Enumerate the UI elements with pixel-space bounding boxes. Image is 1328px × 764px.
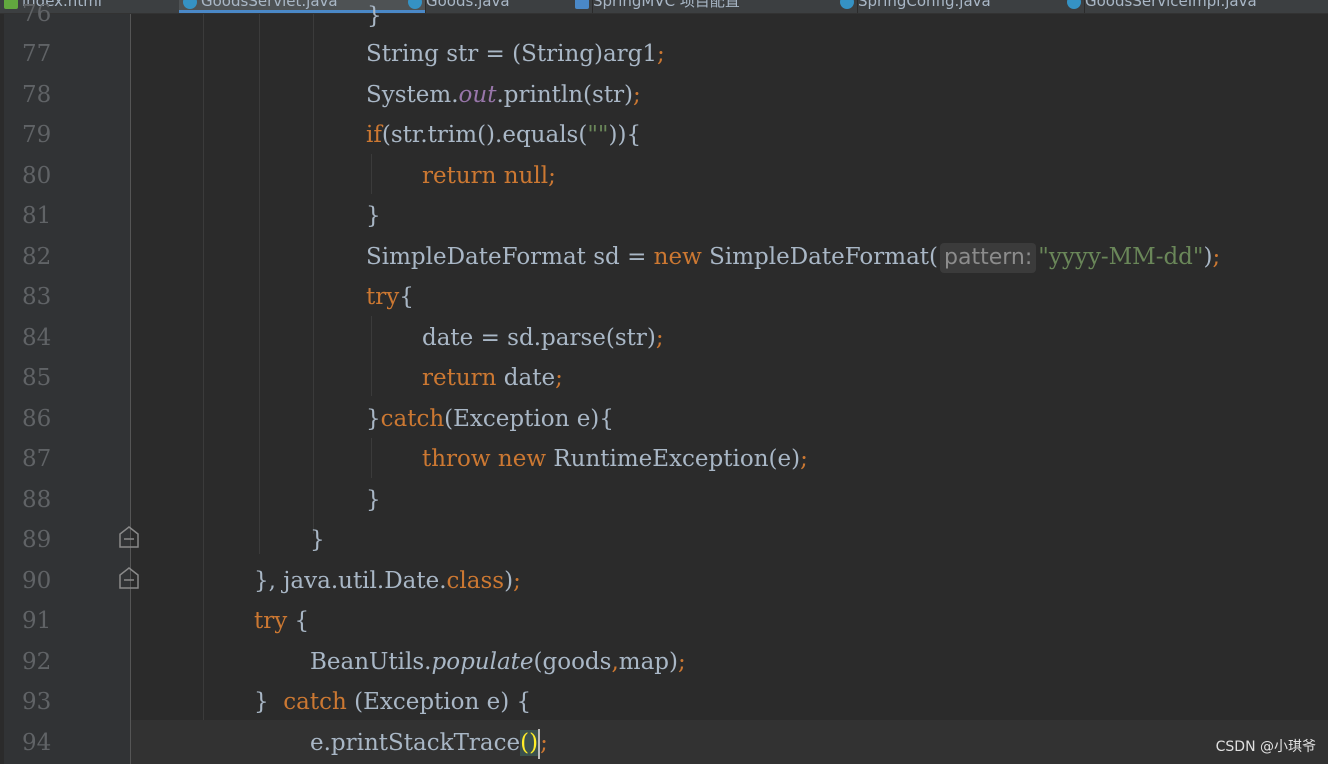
tab-spring-config[interactable]: SpringConfig.java bbox=[836, 0, 1085, 13]
line-number: 78 bbox=[22, 82, 52, 108]
indent-guide bbox=[371, 154, 372, 194]
java-class-icon bbox=[183, 0, 197, 9]
gutter-edge bbox=[0, 14, 4, 764]
line-number: 83 bbox=[22, 284, 52, 310]
code-line-77: String str = (String)arg1; bbox=[366, 41, 665, 67]
line-number: 79 bbox=[22, 122, 52, 148]
code-line-85: return date; bbox=[422, 365, 563, 391]
java-class-icon bbox=[840, 0, 854, 9]
indent-guide bbox=[371, 316, 372, 396]
editor-gutter[interactable]: 76 77 78 79 80 81 82 83 84 85 86 87 88 8… bbox=[0, 2, 139, 764]
tab-label: GoodsServlet.java bbox=[201, 0, 338, 10]
line-number: 84 bbox=[22, 325, 52, 351]
line-number: 92 bbox=[22, 649, 52, 675]
tab-springmvc-notes[interactable]: SpringMVC 项目配置 bbox=[571, 0, 858, 13]
code-line-80: return null; bbox=[422, 163, 556, 189]
code-line-82: SimpleDateFormat sd = new SimpleDateForm… bbox=[366, 243, 1220, 273]
line-number: 94 bbox=[22, 730, 52, 756]
markdown-file-icon bbox=[575, 0, 589, 9]
line-number: 89 bbox=[22, 527, 52, 553]
indent-guide bbox=[371, 438, 372, 478]
line-number: 88 bbox=[22, 487, 52, 513]
code-editor[interactable]: } String str = (String)arg1; System.out.… bbox=[131, 3, 1328, 764]
code-line-92: BeanUtils.populate(goods,map); bbox=[310, 649, 686, 675]
code-line-86: }catch(Exception e){ bbox=[366, 406, 614, 432]
tab-label: SpringConfig.java bbox=[858, 0, 991, 10]
code-line-76: } bbox=[367, 3, 382, 29]
code-line-90: }, java.util.Date.class); bbox=[254, 568, 521, 594]
line-number: 93 bbox=[22, 689, 52, 715]
html-file-icon bbox=[4, 0, 18, 9]
line-number: 81 bbox=[22, 203, 52, 229]
line-number: 90 bbox=[22, 568, 52, 594]
tab-label: GoodsServiceImpl.java bbox=[1085, 0, 1257, 10]
matched-parentheses: () bbox=[520, 730, 539, 756]
code-line-84: date = sd.parse(str); bbox=[422, 325, 664, 351]
code-line-78: System.out.println(str); bbox=[366, 82, 641, 108]
tab-label: Goods.java bbox=[426, 0, 510, 10]
code-line-88: } bbox=[366, 487, 381, 513]
line-number: 80 bbox=[22, 163, 52, 189]
line-number: 91 bbox=[22, 608, 52, 634]
line-number: 77 bbox=[22, 41, 52, 67]
tab-goods-service-impl[interactable]: GoodsServiceImpl.java bbox=[1063, 0, 1328, 13]
indent-guide bbox=[313, 14, 314, 534]
indent-guide bbox=[203, 14, 204, 720]
parameter-hint: pattern: bbox=[940, 243, 1037, 273]
line-number: 87 bbox=[22, 446, 52, 472]
code-line-81: } bbox=[366, 203, 381, 229]
line-number: 76 bbox=[22, 1, 52, 27]
code-line-91: try { bbox=[254, 608, 310, 634]
tab-goods-servlet[interactable]: GoodsServlet.java bbox=[179, 0, 426, 13]
line-number: 86 bbox=[22, 406, 52, 432]
tab-label: SpringMVC 项目配置 bbox=[593, 0, 740, 10]
code-line-87: throw new RuntimeException(e); bbox=[422, 446, 808, 472]
editor-tab-bar: index.html GoodsServlet.java Goods.java … bbox=[0, 0, 1328, 14]
line-number: 85 bbox=[22, 365, 52, 391]
java-class-icon bbox=[1067, 0, 1081, 9]
java-class-icon bbox=[408, 0, 422, 9]
code-line-94: e.printStackTrace(); bbox=[310, 729, 548, 759]
watermark: CSDN @小琪爷 bbox=[1215, 739, 1316, 755]
indent-guide bbox=[259, 14, 260, 554]
code-line-83: try{ bbox=[366, 284, 414, 310]
line-number: 82 bbox=[22, 244, 52, 270]
code-line-79: if(str.trim().equals("")){ bbox=[366, 122, 642, 148]
code-line-89: } bbox=[310, 527, 325, 553]
tab-goods-java[interactable]: Goods.java bbox=[404, 0, 593, 13]
code-line-93: } catch (Exception e) { bbox=[254, 689, 532, 715]
